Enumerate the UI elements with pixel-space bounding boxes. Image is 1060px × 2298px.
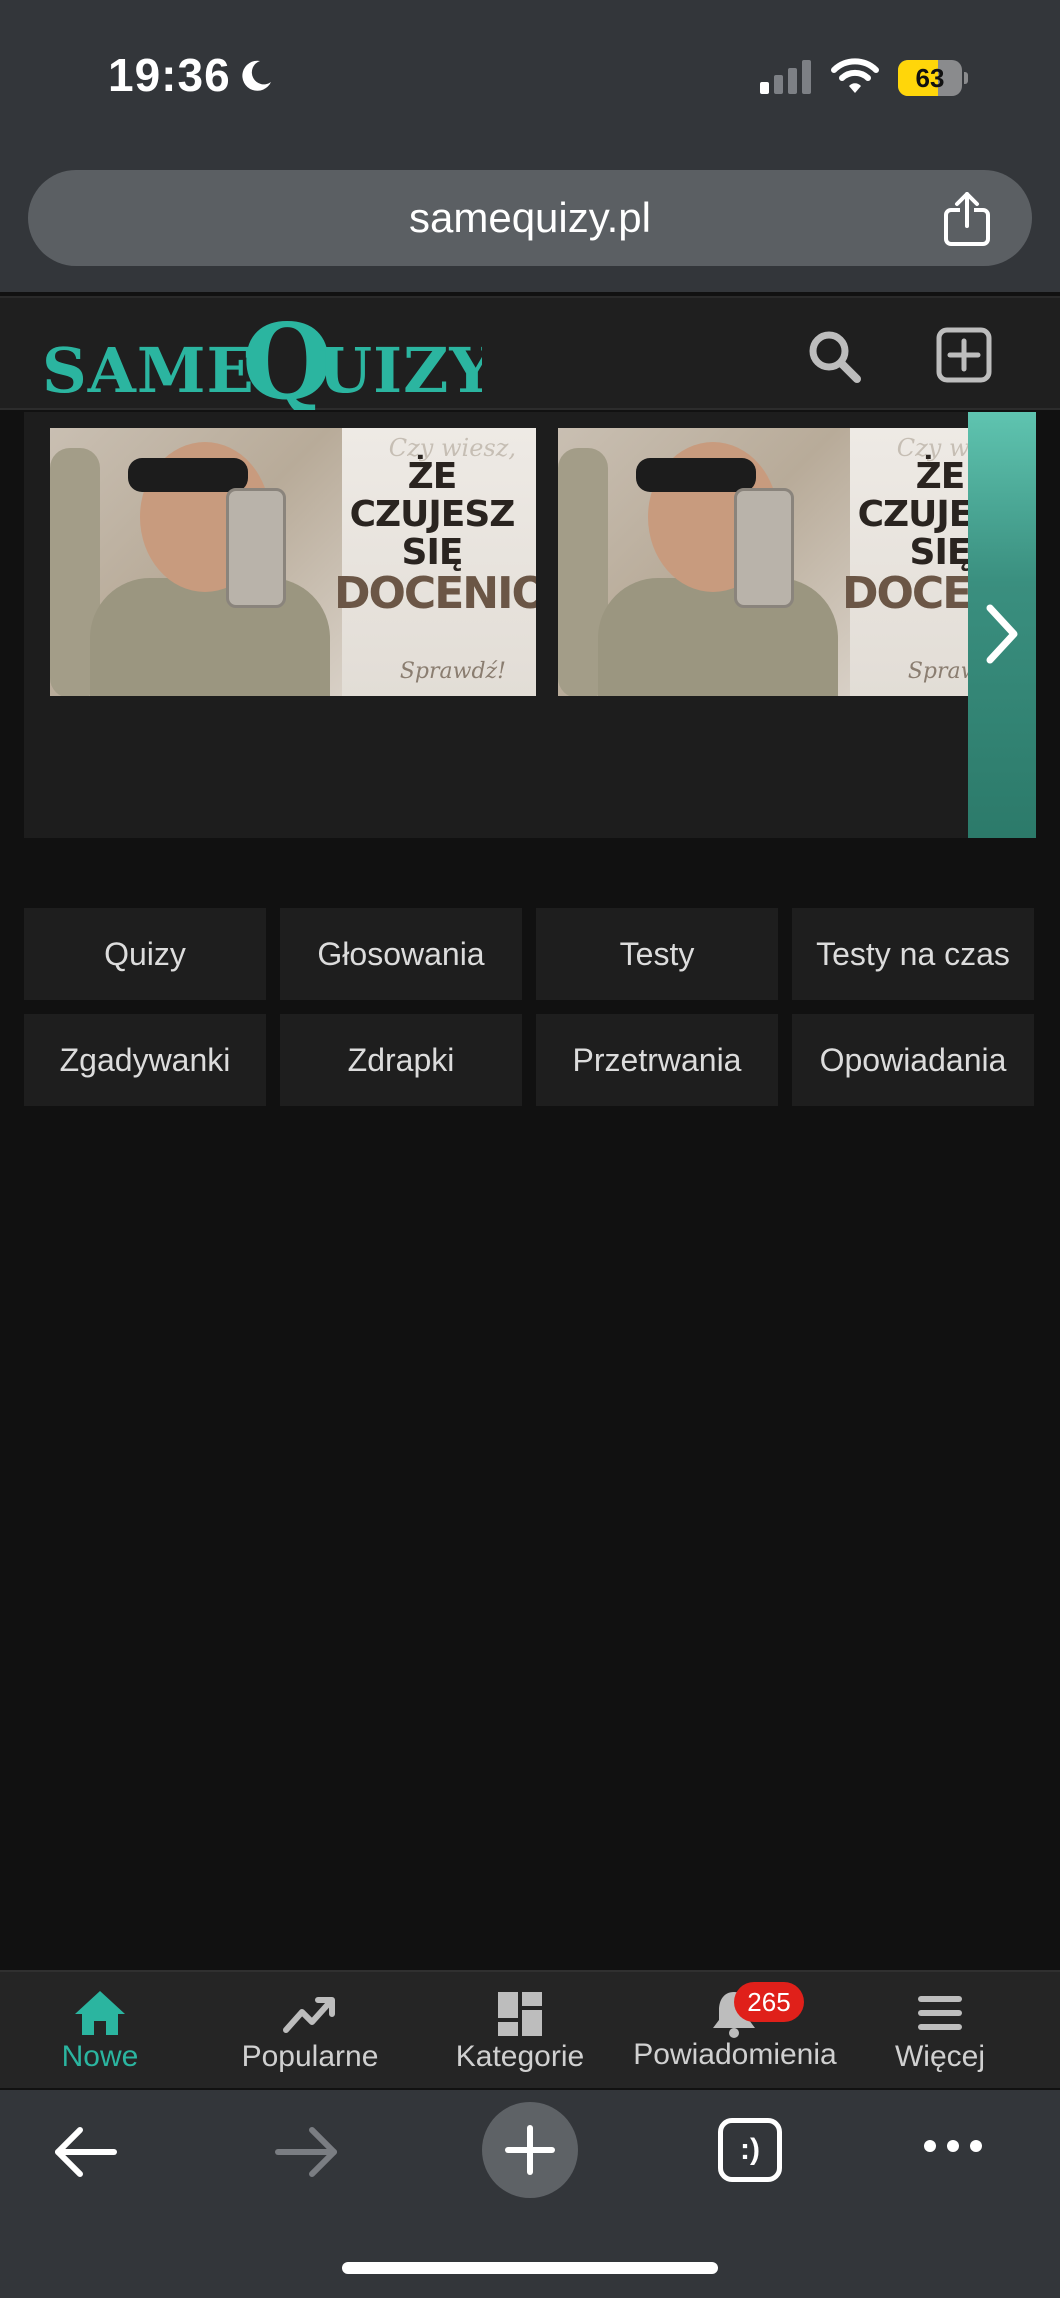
nav-wiecej[interactable]: Więcej (870, 1972, 1010, 2090)
chevron-right-icon (986, 604, 1018, 664)
carousel-slide[interactable]: Czy wiesz, ŻE CZUJESZ SIĘ DOCENIONY? Spr… (50, 428, 536, 696)
forward-arrow-icon[interactable] (274, 2122, 340, 2182)
slide-headline: ŻE CZUJESZ SIĘ DOCENIONY? (334, 456, 536, 620)
battery-percentage: 63 (915, 63, 945, 93)
category-opowiadania[interactable]: Opowiadania (792, 1014, 1034, 1106)
nav-label: Popularne (241, 2040, 379, 2073)
site-bottom-nav: Nowe Popularne Kategorie Powiadomienia 2… (0, 1970, 1060, 2088)
nav-label: Kategorie (455, 2040, 585, 2073)
nav-popularne[interactable]: Popularne (220, 1972, 400, 2090)
nav-label: Więcej (894, 2040, 985, 2073)
moon-icon (242, 60, 271, 91)
wifi-icon (831, 58, 879, 93)
cellular-signal-icon (760, 60, 811, 94)
url-text: samequizy.pl (409, 194, 651, 241)
category-zgadywanki[interactable]: Zgadywanki (24, 1014, 266, 1106)
more-options-icon[interactable] (920, 2134, 986, 2158)
address-bar[interactable]: samequizy.pl (28, 170, 1032, 266)
search-icon[interactable] (806, 328, 862, 384)
featured-carousel: Czy wiesz, ŻE CZUJESZ SIĘ DOCENIONY? Spr… (24, 412, 1036, 838)
category-testy[interactable]: Testy (536, 908, 778, 1000)
nav-label: Nowe (61, 2040, 139, 2073)
nav-label: Powiadomienia (633, 2038, 837, 2071)
nav-kategorie[interactable]: Kategorie (430, 1972, 610, 2090)
back-arrow-icon[interactable] (52, 2122, 118, 2182)
browser-top-chrome: 19:36 63 samequizy.pl (0, 0, 1060, 292)
slide-script-bottom: Sprawdź! (399, 659, 506, 684)
notification-count-badge: 265 (734, 1982, 804, 2022)
carousel-next-button[interactable] (968, 412, 1036, 838)
nav-powiadomienia[interactable]: Powiadomienia (620, 1972, 850, 2090)
category-glosowania[interactable]: Głosowania (280, 908, 522, 1000)
svg-text:UIZY: UIZY (318, 334, 482, 407)
add-quiz-icon[interactable] (936, 326, 992, 384)
menu-icon (918, 1996, 962, 2030)
trending-icon (283, 1997, 335, 2033)
category-testy-na-czas[interactable]: Testy na czas (792, 908, 1034, 1000)
carousel-slide[interactable]: Czy wiesz, ŻE CZUJESZ SIĘ DOCENIONY? Spr… (558, 428, 1036, 696)
category-zdrapki[interactable]: Zdrapki (280, 1014, 522, 1106)
new-tab-button[interactable] (482, 2102, 578, 2198)
home-indicator[interactable] (342, 2262, 718, 2274)
plus-icon (505, 2125, 555, 2175)
category-przetrwania[interactable]: Przetrwania (536, 1014, 778, 1106)
nav-nowe[interactable]: Nowe (20, 1972, 180, 2090)
status-time: 19:36 (108, 49, 231, 101)
share-icon[interactable] (942, 192, 992, 246)
tabs-overview-button[interactable]: :) (718, 2118, 782, 2182)
battery-indicator: 63 (898, 60, 968, 96)
home-icon (75, 1991, 125, 2035)
grid-icon (498, 1992, 542, 2036)
svg-text:SAME: SAME (42, 334, 255, 407)
site-header: SAME Q UIZY (0, 296, 1060, 423)
category-quizy[interactable]: Quizy (24, 908, 266, 1000)
samequizy-logo[interactable]: SAME Q UIZY (42, 300, 494, 423)
